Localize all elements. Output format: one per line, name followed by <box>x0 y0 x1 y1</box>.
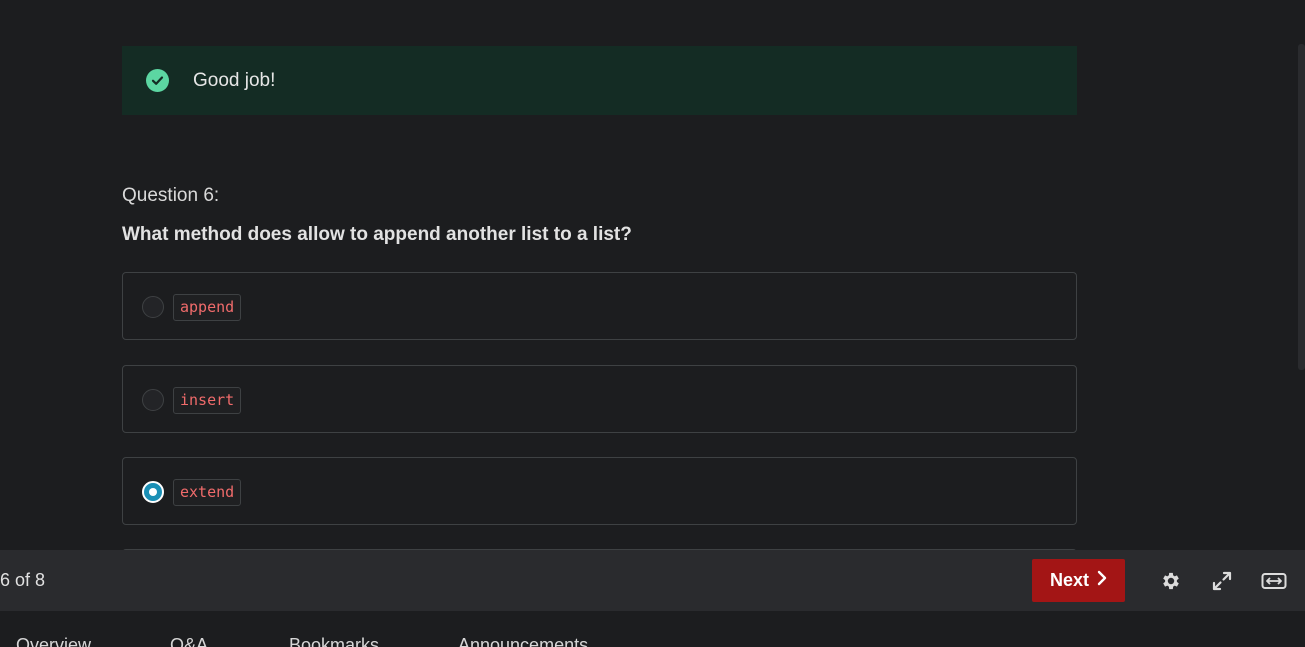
question-progress: 6 of 8 <box>0 570 46 590</box>
quiz-footer: 6 of 8 Next <box>0 550 1305 611</box>
scrollbar[interactable] <box>1298 44 1305 370</box>
next-button[interactable]: Next <box>1032 559 1125 602</box>
answer-option-extend[interactable]: extend <box>122 457 1077 525</box>
answer-label: insert <box>173 387 242 414</box>
gear-icon[interactable] <box>1158 568 1184 594</box>
course-tabs: Overview Q&A Bookmarks Announcements <box>0 611 1305 647</box>
next-button-label: Next <box>1049 570 1089 590</box>
feedback-banner: Good job! <box>122 46 1077 115</box>
radio-button-selected[interactable] <box>142 481 164 503</box>
tab-qa[interactable]: Q&A <box>170 635 208 647</box>
radio-button[interactable] <box>142 296 164 318</box>
tab-bookmarks[interactable]: Bookmarks <box>289 635 379 647</box>
question-number: Question 6: <box>122 185 220 206</box>
answer-option-insert[interactable]: insert <box>122 365 1077 433</box>
tab-overview[interactable]: Overview <box>16 635 91 647</box>
feedback-message: Good job! <box>193 70 276 91</box>
answer-label: extend <box>173 479 242 506</box>
tab-announcements[interactable]: Announcements <box>458 635 588 647</box>
question-text: What method does allow to append another… <box>122 224 632 245</box>
chevron-right-icon <box>1097 570 1107 591</box>
radio-button[interactable] <box>142 389 164 411</box>
quiz-page: Good job! Question 6: What method does a… <box>0 0 1305 647</box>
theater-mode-icon[interactable] <box>1261 568 1287 594</box>
expand-icon[interactable] <box>1209 568 1235 594</box>
check-circle-icon <box>146 69 169 92</box>
answer-option-append[interactable]: append <box>122 272 1077 340</box>
answer-label: append <box>173 294 242 321</box>
